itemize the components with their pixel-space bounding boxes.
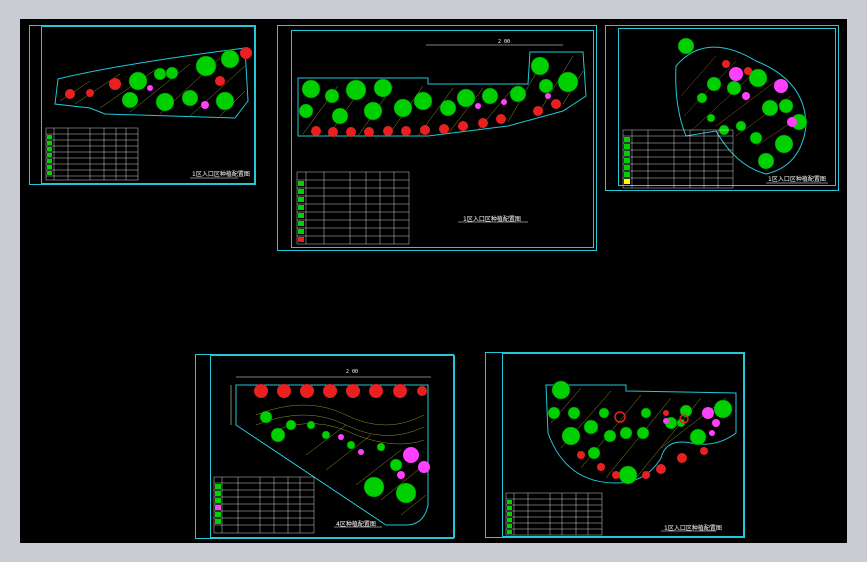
drawing-sheet-5[interactable]: 1区入口区种植配置图 <box>485 352 745 538</box>
drawing-sheet-3[interactable]: 1区入口区种植配置图 <box>605 25 839 191</box>
sheet-title: 1区入口区种植配置图 <box>768 176 826 183</box>
sheet-title: 4区种植配置图 <box>336 521 376 528</box>
drawing-viewport[interactable]: 1区入口区种植配置图 2 00 1区入口区种植配置图 1区入口区种植配置图 2 … <box>20 19 847 543</box>
planting-plan-2 <box>296 44 587 245</box>
planting-plan-3 <box>622 37 828 189</box>
planting-plan-5 <box>505 380 737 536</box>
drawing-sheet-1[interactable]: 1区入口区种植配置图 <box>29 25 256 185</box>
drawing-sheet-2[interactable]: 2 00 1区入口区种植配置图 <box>277 25 597 251</box>
sheet-title: 1区入口区种植配置图 <box>463 216 521 223</box>
planting-plan-1 <box>45 47 252 181</box>
dimension-label: 2 00 <box>346 369 359 375</box>
sheet-title: 1区入口区种植配置图 <box>192 171 250 178</box>
dimension-label: 2 00 <box>498 39 511 45</box>
planting-plan-4 <box>213 376 431 534</box>
sheet-title: 1区入口区种植配置图 <box>664 525 722 532</box>
drawing-sheet-4[interactable]: 2 00 4区种植配置图 <box>195 354 455 539</box>
